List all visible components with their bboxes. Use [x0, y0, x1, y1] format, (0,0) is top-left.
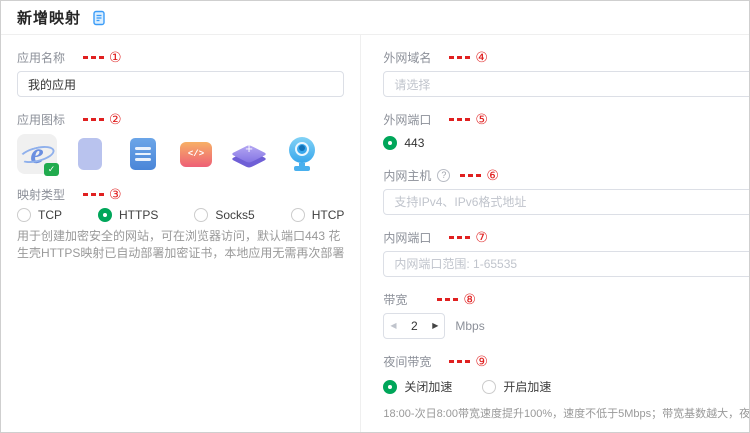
app-icon-label: 应用图标 — [17, 112, 66, 127]
annotation-number: ② — [109, 111, 122, 127]
radio-circle-icon — [98, 208, 112, 222]
dialog-header: 新增映射 — [1, 1, 749, 35]
bandwidth-stepper: ◀ 2 ▶ Mbps — [383, 313, 749, 339]
annotation-dash — [460, 173, 482, 177]
bandwidth-value: 2 — [411, 319, 418, 333]
radio-htcp[interactable]: HTCP — [290, 208, 344, 222]
code-icon: </> — [180, 141, 212, 167]
app-name-input[interactable] — [17, 71, 345, 97]
help-icon[interactable]: ? — [437, 168, 451, 182]
mapping-type-group: 映射类型 ③ TCP HTTPS Socks5 HTCP 用于创建加密安全的网站… — [17, 185, 344, 262]
annotation-number: ① — [109, 49, 122, 65]
app-name-label: 应用名称 — [17, 50, 66, 65]
domain-select-placeholder: 请选择 — [394, 77, 431, 92]
external-port-option[interactable]: 443 — [383, 133, 749, 153]
domain-group: 外网域名 ④ 请选择 — [383, 48, 749, 97]
radio-https[interactable]: HTTPS — [98, 208, 158, 222]
annotation-number: ⑦ — [475, 229, 488, 245]
annotation-dash — [83, 117, 105, 121]
internal-host-label: 内网主机 — [383, 168, 432, 183]
webcam-icon — [287, 137, 317, 171]
mapping-type-description: 用于创建加密安全的网站，可在浏览器访问，默认端口443 花生壳HTTPS映射已自… — [17, 229, 345, 260]
bandwidth-group: 带宽 ⑧ ◀ 2 ▶ Mbps — [383, 290, 749, 339]
page-title: 新增映射 — [17, 10, 82, 27]
annotation-5: ⑤ — [449, 112, 488, 126]
check-icon: ✓ — [44, 163, 59, 176]
internal-port-group: 内网端口 ⑦ — [383, 228, 749, 277]
radio-tcp[interactable]: TCP — [17, 208, 62, 222]
document-icon[interactable] — [91, 10, 107, 26]
annotation-dash — [449, 359, 471, 363]
bandwidth-label: 带宽 — [383, 292, 408, 307]
annotation-number: ⑧ — [463, 291, 476, 307]
annotation-dash — [83, 192, 105, 196]
annotation-dash — [437, 297, 459, 301]
app-icon-switch-box[interactable]: + — [229, 134, 269, 174]
annotation-dash — [449, 117, 471, 121]
annotation-number: ③ — [109, 186, 122, 202]
radio-circle-icon — [17, 208, 31, 222]
internal-host-input[interactable] — [383, 189, 749, 215]
internal-port-input[interactable] — [383, 251, 749, 277]
annotation-dash — [83, 55, 105, 59]
app-icon-ie-browser[interactable]: e ✓ — [17, 134, 59, 176]
annotation-number: ⑨ — [475, 353, 488, 369]
bandwidth-unit: Mbps — [455, 319, 485, 333]
radio-circle-icon — [194, 208, 209, 222]
radio-circle-icon — [383, 379, 398, 394]
radio-disable-acceleration[interactable]: 关闭加速 — [383, 378, 452, 395]
annotation-dash — [449, 235, 471, 239]
app-icon-code-window[interactable]: </> — [176, 134, 216, 174]
internal-host-group: 内网主机 ? ⑥ — [383, 166, 749, 215]
radio-circle-icon — [383, 136, 398, 150]
external-port-group: 外网端口 ⑤ 443 — [383, 110, 749, 153]
annotation-6: ⑥ — [460, 168, 499, 182]
decrease-arrow-icon[interactable]: ◀ — [390, 313, 396, 339]
domain-select[interactable]: 请选择 — [383, 71, 749, 97]
night-bandwidth-group: 夜间带宽 ⑨ 关闭加速 开启加速 18:00-次日8:00带宽速度提升100%，… — [383, 352, 750, 421]
external-port-value: 443 — [404, 136, 425, 150]
annotation-dash — [449, 55, 471, 59]
app-icon-mobile-device[interactable] — [70, 134, 110, 174]
server-icon — [130, 138, 156, 170]
app-name-group: 应用名称 ① — [17, 48, 345, 97]
annotation-9: ⑨ — [449, 354, 488, 368]
mobile-device-icon — [78, 138, 102, 170]
app-icon-server[interactable] — [123, 134, 163, 174]
switch-box-icon: + — [230, 138, 268, 170]
night-bandwidth-note: 18:00-次日8:00带宽速度提升100%，速度不低于5Mbps；带宽基数越大… — [383, 408, 750, 420]
app-icon-webcam[interactable] — [282, 134, 322, 174]
external-port-label: 外网端口 — [383, 112, 432, 127]
mapping-type-options: TCP HTTPS Socks5 HTCP — [17, 208, 344, 222]
night-bandwidth-options: 关闭加速 开启加速 — [383, 378, 749, 395]
radio-circle-icon — [482, 379, 497, 394]
annotation-8: ⑧ — [437, 292, 476, 306]
annotation-number: ⑤ — [475, 111, 488, 127]
app-icon-group: 应用图标 ② e ✓ </> + — [17, 110, 344, 176]
left-column: 应用名称 ① 应用图标 ② — [1, 35, 360, 432]
annotation-number: ⑥ — [486, 167, 499, 183]
annotation-4: ④ — [449, 50, 488, 64]
radio-circle-icon — [290, 208, 305, 222]
night-bandwidth-label: 夜间带宽 — [383, 354, 432, 369]
new-mapping-dialog: 新增映射 应用名称 ① 我的应用 应用图标 ② e ✓ </> + 映射类型 ③… — [0, 0, 750, 433]
mapping-type-label: 映射类型 — [17, 187, 66, 202]
annotation-number: ④ — [475, 49, 488, 65]
radio-enable-acceleration[interactable]: 开启加速 — [482, 378, 551, 395]
right-column: 外网域名 ④ 请选择 外网端口 ⑤ 443 内网主机 ? ⑥ 支持IPv4、IP… — [360, 35, 750, 432]
annotation-7: ⑦ — [449, 230, 488, 244]
app-icon-row: e ✓ </> + — [17, 133, 344, 176]
annotation-1: ① — [83, 50, 122, 64]
annotation-3: ③ — [83, 187, 122, 201]
domain-label: 外网域名 — [383, 50, 432, 65]
internal-port-label: 内网端口 — [383, 230, 432, 245]
annotation-2: ② — [83, 112, 122, 126]
increase-arrow-icon[interactable]: ▶ — [432, 313, 438, 339]
radio-socks5[interactable]: Socks5 — [194, 208, 255, 222]
